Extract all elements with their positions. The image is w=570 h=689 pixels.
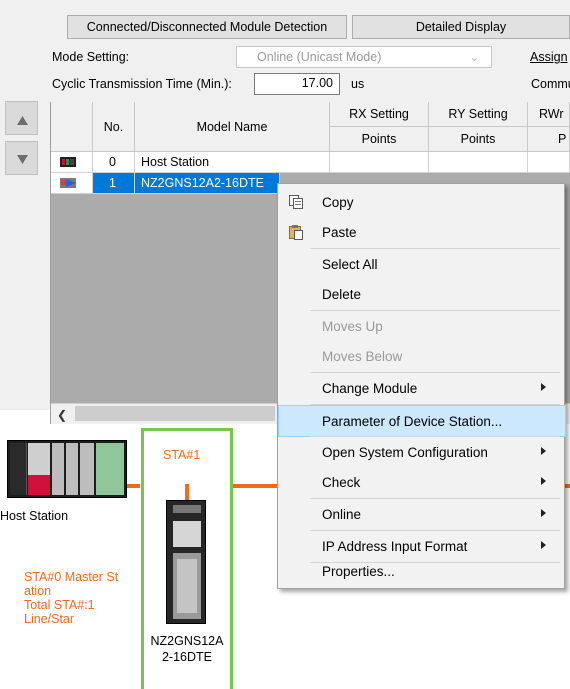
mode-setting-dropdown[interactable]: Online (Unicast Mode) ⌄ bbox=[236, 46, 492, 68]
move-down-button[interactable] bbox=[5, 141, 38, 175]
host-station-icon bbox=[60, 157, 76, 167]
connected-disconnected-detection-button[interactable]: Connected/Disconnected Module Detection bbox=[67, 15, 347, 39]
mode-setting-value: Online (Unicast Mode) bbox=[257, 50, 382, 64]
menu-item-label: Copy bbox=[322, 194, 354, 210]
menu-item-parameter-of-device-station[interactable]: Parameter of Device Station... bbox=[278, 405, 566, 437]
row-no: 0 bbox=[93, 152, 135, 173]
grid-header-ry-points: Points bbox=[429, 127, 528, 152]
sta1-label: STA#1 bbox=[163, 448, 201, 462]
menu-item-label: Online bbox=[322, 506, 362, 522]
menu-item-label: Delete bbox=[322, 286, 362, 302]
menu-item-label: Moves Below bbox=[322, 348, 403, 364]
cyclic-transmission-label: Cyclic Transmission Time (Min.): bbox=[52, 77, 232, 91]
menu-item-label: Check bbox=[322, 474, 361, 490]
menu-item-delete[interactable]: Delete bbox=[278, 279, 564, 309]
mode-setting-label: Mode Setting: bbox=[52, 50, 130, 64]
menu-item-label: Paste bbox=[322, 224, 357, 240]
chevron-down-icon: ⌄ bbox=[469, 52, 479, 64]
grid-header-no: No. bbox=[93, 102, 135, 152]
header-rwr-text: RWr bbox=[539, 107, 564, 121]
header-model-text: Model Name bbox=[196, 119, 268, 134]
scrollbar-thumb[interactable] bbox=[75, 406, 275, 421]
cyclic-transmission-input[interactable]: 17.00 bbox=[254, 73, 340, 95]
grid-header-rwr: RWr bbox=[528, 102, 570, 127]
scroll-left-icon[interactable]: ❮ bbox=[57, 408, 67, 422]
row-no-selected[interactable]: 1 bbox=[93, 173, 135, 194]
row-rwr-points bbox=[528, 152, 570, 173]
grid-header-model: Model Name bbox=[135, 102, 330, 152]
menu-item-copy[interactable]: Copy bbox=[278, 187, 564, 217]
submenu-arrow-icon bbox=[541, 383, 546, 391]
device-station-icon bbox=[60, 178, 76, 188]
row-rx-points bbox=[330, 152, 429, 173]
row-model-name: Host Station bbox=[135, 152, 330, 173]
move-up-button[interactable] bbox=[5, 101, 38, 135]
grid-header-icon-col bbox=[51, 102, 93, 152]
detailed-display-button[interactable]: Detailed Display bbox=[352, 15, 570, 39]
menu-item-moves-up: Moves Up bbox=[278, 311, 564, 341]
menu-item-select-all[interactable]: Select All bbox=[278, 249, 564, 279]
grid-header-rx: RX Setting bbox=[330, 102, 429, 127]
menu-item-online[interactable]: Online bbox=[278, 499, 564, 529]
host-station-module[interactable] bbox=[7, 440, 127, 498]
menu-item-label: Change Module bbox=[322, 380, 418, 396]
menu-item-label: Properties... bbox=[322, 563, 395, 579]
submenu-arrow-icon bbox=[541, 541, 546, 549]
commu-label: Commu bbox=[531, 77, 570, 91]
master-station-info: STA#0 Master St ation Total STA#:1 Line/… bbox=[24, 570, 119, 626]
submenu-arrow-icon bbox=[541, 477, 546, 485]
context-menu: Copy Paste Select All Delete Moves Up Mo… bbox=[277, 183, 566, 589]
assign-label: Assign bbox=[530, 50, 568, 64]
menu-item-properties[interactable]: Properties... bbox=[278, 556, 564, 586]
menu-item-label: Select All bbox=[322, 256, 378, 272]
menu-item-check[interactable]: Check bbox=[278, 467, 564, 497]
submenu-arrow-icon bbox=[541, 509, 546, 517]
menu-item-label: Open System Configuration bbox=[322, 444, 488, 460]
grid-header-ry: RY Setting bbox=[429, 102, 528, 127]
header-no-text: No. bbox=[103, 119, 124, 134]
menu-item-label: IP Address Input Format bbox=[322, 538, 468, 554]
host-station-label: Host Station bbox=[0, 509, 69, 523]
paste-icon bbox=[289, 225, 303, 240]
header-ry-text: RY Setting bbox=[448, 107, 508, 121]
menu-item-open-system-configuration[interactable]: Open System Configuration bbox=[278, 437, 564, 467]
header-points-partial-text: P bbox=[558, 132, 567, 146]
menu-item-label: Moves Up bbox=[322, 318, 383, 334]
menu-item-label: Parameter of Device Station... bbox=[322, 413, 503, 429]
grid-header-rx-points: Points bbox=[330, 127, 429, 152]
device-model-label: NZ2GNS12A 2-16DTE bbox=[150, 634, 224, 664]
grid-header-rwr-points: P bbox=[528, 127, 570, 152]
nz2gns-device-module[interactable] bbox=[166, 500, 206, 624]
header-points-text: Points bbox=[361, 132, 397, 146]
header-rx-text: RX Setting bbox=[349, 107, 409, 121]
header-points-text: Points bbox=[460, 132, 496, 146]
station-icon-cell bbox=[51, 173, 93, 194]
triangle-up-icon bbox=[17, 116, 28, 125]
menu-item-moves-below: Moves Below bbox=[278, 341, 564, 371]
row-ry-points bbox=[429, 152, 528, 173]
triangle-down-icon bbox=[17, 155, 28, 164]
menu-item-paste[interactable]: Paste bbox=[278, 217, 564, 247]
submenu-arrow-icon bbox=[541, 447, 546, 455]
station-icon-cell bbox=[51, 152, 93, 173]
cyclic-unit-label: us bbox=[351, 77, 365, 91]
copy-icon bbox=[289, 195, 303, 209]
menu-item-change-module[interactable]: Change Module bbox=[278, 373, 564, 403]
row-model-name-selected[interactable]: NZ2GNS12A2-16DTE bbox=[135, 173, 280, 194]
